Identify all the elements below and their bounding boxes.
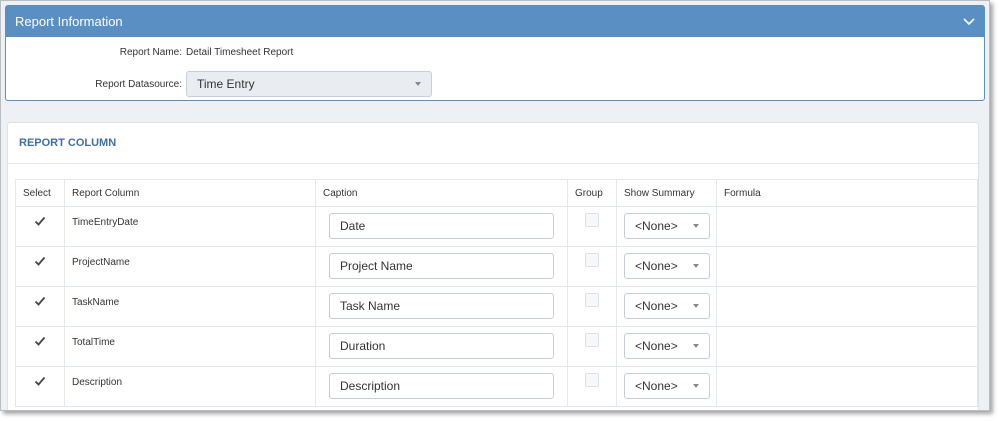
formula-cell [716,326,978,367]
show-summary-value: <None> [635,379,678,393]
table-row: Description Description <None> [15,366,978,407]
formula-cell [716,286,978,327]
report-datasource-select[interactable]: Time Entry [186,71,432,97]
show-summary-select[interactable]: <None> [624,213,710,239]
select-checkbox[interactable] [34,375,46,387]
select-checkbox[interactable] [34,335,46,347]
caret-down-icon [693,304,699,308]
caret-down-icon [693,384,699,388]
report-datasource-label: Report Datasource: [95,78,182,90]
group-checkbox[interactable] [585,293,599,307]
formula-cell [716,366,978,407]
header-report-column: Report Column [64,179,316,207]
table-row: TaskName Task Name <None> [15,286,978,327]
caption-input[interactable]: Task Name [329,293,554,319]
table-row: ProjectName Project Name <None> [15,246,978,287]
select-checkbox[interactable] [34,215,46,227]
report-column-name: ProjectName [72,257,130,268]
caption-value: Project Name [340,259,413,273]
caption-value: Date [340,219,366,233]
header-caption: Caption [315,179,568,207]
report-datasource-row: Report Datasource: Time Entry [6,71,432,97]
report-column-name: TimeEntryDate [72,217,139,228]
formula-cell [716,246,978,287]
caption-input[interactable]: Description [329,373,554,399]
group-checkbox[interactable] [585,253,599,267]
report-name-label: Report Name: [119,47,182,58]
header-formula: Formula [716,179,978,207]
table-row: TimeEntryDate Date <None> [15,206,978,247]
caret-down-icon [693,344,699,348]
report-column-table: Select Report Column Caption Group Show … [15,179,978,407]
select-checkbox[interactable] [34,255,46,267]
group-checkbox[interactable] [585,373,599,387]
table-header-row: Select Report Column Caption Group Show … [15,179,978,207]
report-information-panel: Report Information Report Name: Detail T… [5,5,985,101]
app-window: Report Information Report Name: Detail T… [0,0,990,411]
show-summary-value: <None> [635,219,678,233]
formula-cell [716,206,978,247]
caption-input[interactable]: Date [329,213,554,239]
report-column-panel: REPORT COLUMN Select Report Column Capti… [7,122,979,410]
report-column-name: TaskName [72,297,120,308]
caption-value: Description [340,379,401,393]
report-name-row: Report Name: Detail Timesheet Report [6,47,294,58]
show-summary-value: <None> [635,299,678,313]
header-group: Group [567,179,617,207]
caret-down-icon [415,82,421,86]
caption-input[interactable]: Project Name [329,253,554,279]
caption-value: Task Name [340,299,401,313]
show-summary-select[interactable]: <None> [624,253,710,279]
caption-value: Duration [340,339,386,353]
header-select: Select [15,179,65,207]
show-summary-value: <None> [635,259,678,273]
report-column-title: REPORT COLUMN [8,123,978,164]
caption-input[interactable]: Duration [329,333,554,359]
report-information-header[interactable]: Report Information [6,6,984,37]
caret-down-icon [693,264,699,268]
group-checkbox[interactable] [585,333,599,347]
report-information-title: Report Information [15,14,123,29]
show-summary-select[interactable]: <None> [624,293,710,319]
group-checkbox[interactable] [585,213,599,227]
show-summary-select[interactable]: <None> [624,373,710,399]
caret-down-icon [693,224,699,228]
report-datasource-value: Time Entry [197,77,255,91]
report-name-value: Detail Timesheet Report [186,47,294,58]
header-show-summary: Show Summary [616,179,717,207]
chevron-down-icon[interactable] [962,15,976,29]
select-checkbox[interactable] [34,295,46,307]
show-summary-select[interactable]: <None> [624,333,710,359]
report-column-name: Description [72,377,123,388]
table-row: TotalTime Duration <None> [15,326,978,367]
show-summary-value: <None> [635,339,678,353]
report-column-name: TotalTime [72,337,115,348]
